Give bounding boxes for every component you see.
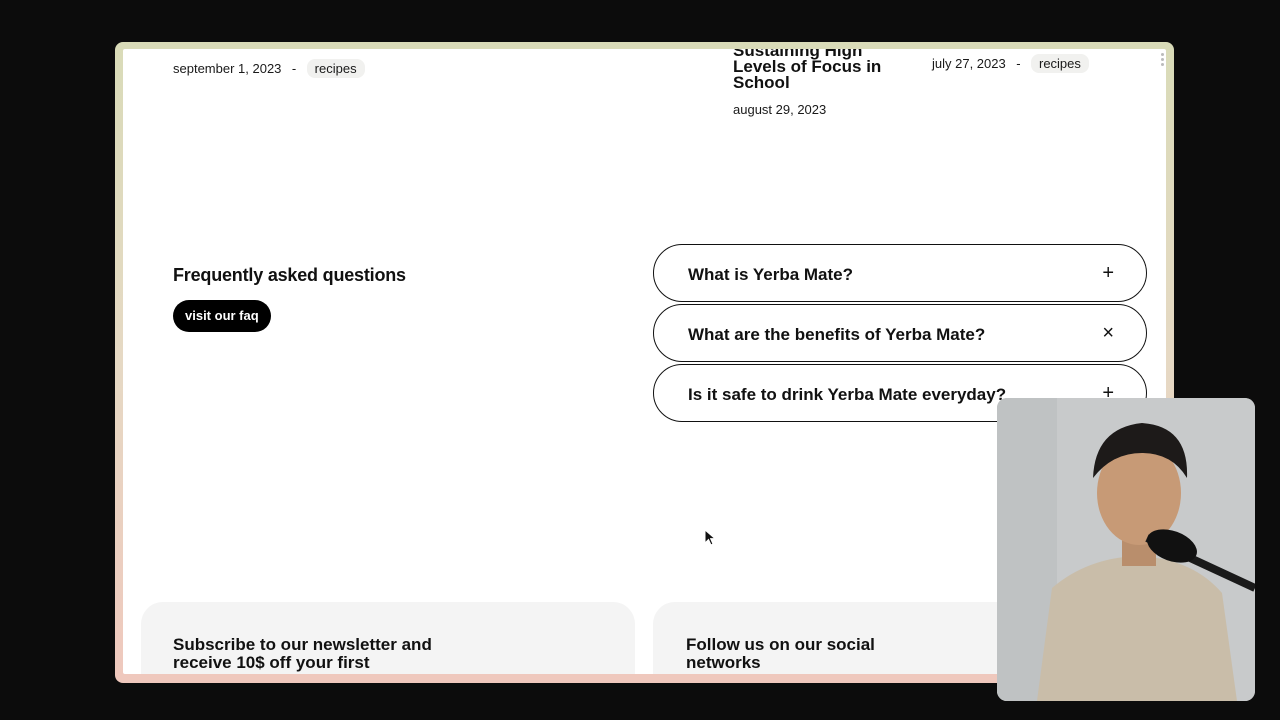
post-tag[interactable]: recipes — [1030, 54, 1089, 73]
post-date: august 29, 2023 — [733, 102, 827, 117]
newsletter-title: Subscribe to our newsletter and receive … — [173, 635, 432, 672]
faq-question: What is Yerba Mate? — [688, 265, 854, 284]
faq-question: What are the benefits of Yerba Mate? — [688, 325, 986, 344]
scroll-indicator[interactable] — [1161, 53, 1164, 71]
visit-faq-button[interactable]: visit our faq — [173, 300, 271, 332]
meta-separator: - — [291, 61, 297, 76]
faq-item[interactable]: What is Yerba Mate? + — [653, 244, 1147, 302]
post-date: july 27, 2023 — [932, 56, 1006, 71]
faq-item[interactable]: What are the benefits of Yerba Mate? × — [653, 304, 1147, 362]
post-title[interactable]: Sustaining High Levels of Focus in Schoo… — [733, 49, 903, 91]
faq-question: Is it safe to drink Yerba Mate everyday? — [688, 385, 1007, 404]
presenter-image — [997, 398, 1255, 701]
post-meta-3: july 27, 2023 - recipes — [932, 54, 1089, 73]
post-tag[interactable]: recipes — [306, 59, 365, 78]
meta-separator: - — [1016, 56, 1021, 71]
post-meta-1: september 1, 2023 - recipes — [173, 59, 365, 78]
newsletter-card: Subscribe to our newsletter and receive … — [141, 602, 635, 674]
post-date: september 1, 2023 — [173, 61, 282, 76]
webcam-overlay — [997, 398, 1255, 701]
faq-heading: Frequently asked questions — [173, 265, 406, 285]
close-icon[interactable]: × — [1102, 323, 1114, 343]
mouse-cursor-icon — [704, 529, 717, 546]
plus-icon[interactable]: + — [1102, 263, 1114, 283]
social-title: Follow us on our social networks — [686, 635, 875, 672]
